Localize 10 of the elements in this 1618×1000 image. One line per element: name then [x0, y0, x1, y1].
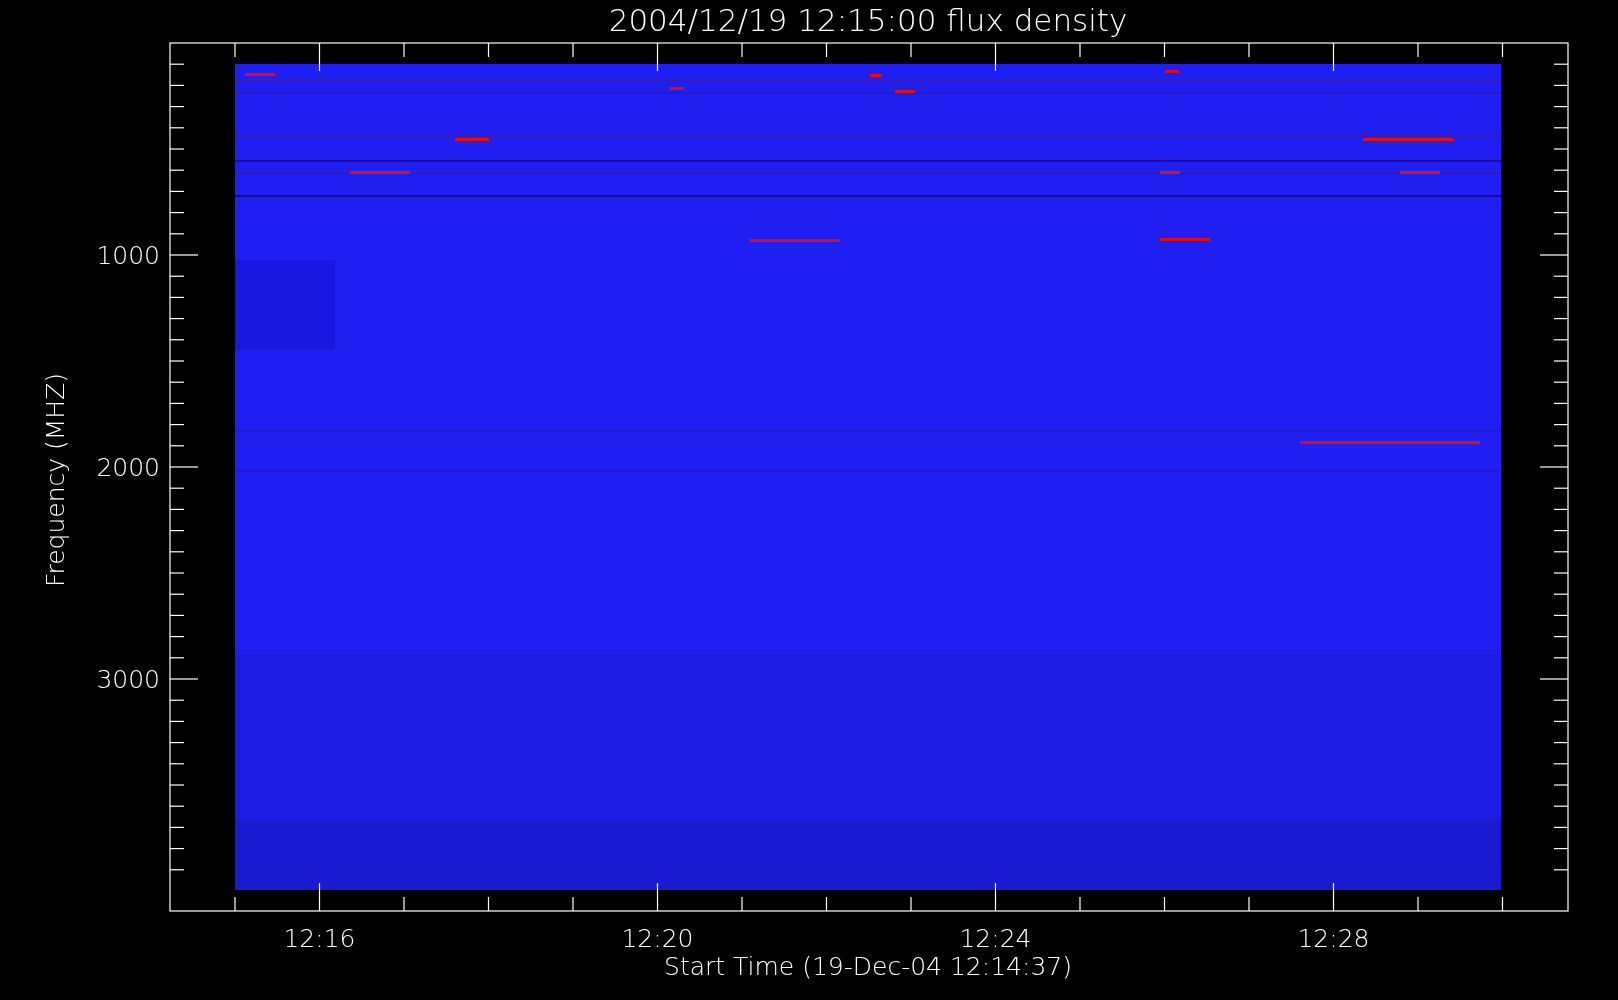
y-axis-label: Frequency (MHZ) — [41, 372, 70, 588]
x-tick-label: 12:28 — [1297, 924, 1370, 953]
y-tick-label: 3000 — [96, 665, 160, 694]
x-axis-label: Start Time (19-Dec-04 12:14:37) — [664, 952, 1072, 981]
y-tick-label: 2000 — [96, 453, 160, 482]
y-tick-label: 1000 — [96, 241, 160, 270]
x-tick-label: 12:24 — [959, 924, 1032, 953]
chart-title: 2004/12/19 12:15:00 flux density — [608, 2, 1128, 38]
x-tick-label: 12:20 — [621, 924, 694, 953]
x-tick-label: 12:16 — [283, 924, 356, 953]
